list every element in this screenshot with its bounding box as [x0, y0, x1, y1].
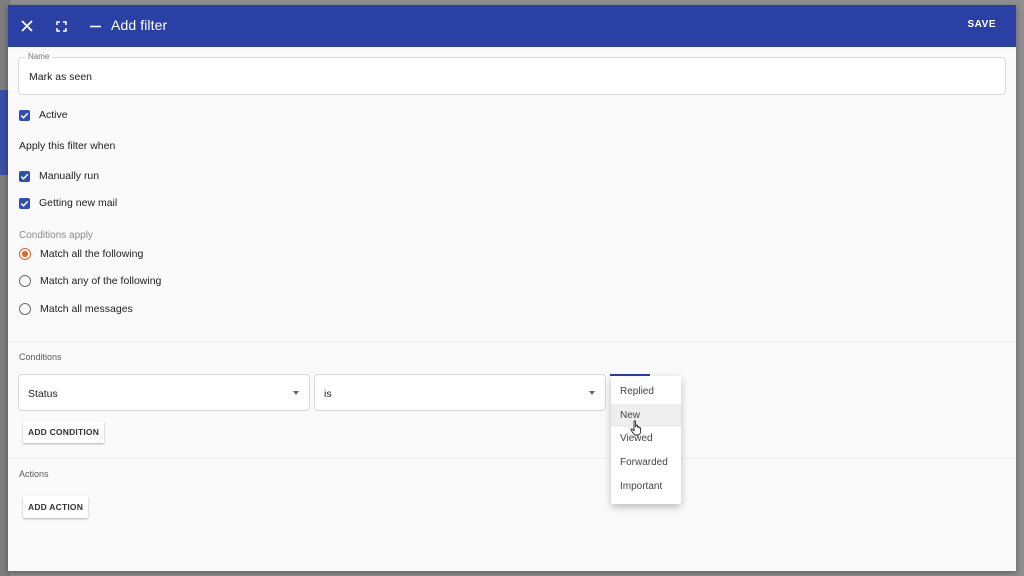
hand-cursor-icon: [630, 420, 642, 436]
menu-item-forwarded[interactable]: Forwarded: [611, 451, 681, 474]
save-button[interactable]: SAVE: [968, 19, 997, 30]
menu-item-replied[interactable]: Replied: [611, 380, 681, 403]
match-all-messages-label: Match all messages: [40, 303, 133, 315]
name-field-value[interactable]: Mark as seen: [29, 71, 92, 83]
close-icon[interactable]: [14, 13, 40, 39]
actions-heading: Actions: [19, 469, 49, 479]
fullscreen-icon[interactable]: [48, 13, 74, 39]
match-any-row[interactable]: Match any of the following: [19, 275, 161, 287]
menu-item-viewed[interactable]: Viewed: [611, 427, 681, 450]
getting-new-mail-row[interactable]: Getting new mail: [19, 197, 117, 209]
active-label: Active: [39, 109, 68, 121]
condition-operator-value: is: [324, 388, 332, 400]
manually-run-row[interactable]: Manually run: [19, 170, 99, 182]
active-checkbox[interactable]: [19, 109, 30, 121]
match-all-radio[interactable]: [19, 248, 31, 260]
menu-item-important[interactable]: Important: [611, 475, 681, 498]
chevron-down-icon: [589, 391, 595, 395]
divider: [8, 458, 1016, 459]
match-any-radio[interactable]: [19, 275, 31, 287]
getting-new-mail-checkbox[interactable]: [19, 197, 30, 209]
add-action-button[interactable]: ADD ACTION: [23, 496, 89, 518]
match-any-label: Match any of the following: [40, 275, 162, 287]
apply-when-heading: Apply this filter when: [19, 140, 116, 152]
getting-new-mail-label: Getting new mail: [39, 197, 118, 209]
manually-run-checkbox[interactable]: [19, 170, 30, 182]
name-field[interactable]: Name Mark as seen: [18, 52, 1006, 95]
match-all-messages-row[interactable]: Match all messages: [19, 303, 133, 315]
condition-operator-select[interactable]: is: [314, 374, 606, 411]
name-field-label: Name: [25, 52, 53, 61]
check-icon: [20, 112, 29, 119]
status-value-dropdown: Replied New Viewed Forwarded Important: [611, 376, 681, 504]
manually-run-label: Manually run: [39, 170, 100, 182]
conditions-heading: Conditions: [19, 352, 62, 362]
condition-field-value: Status: [28, 388, 58, 400]
dialog-toolbar: Add filter SAVE: [8, 5, 1016, 47]
divider: [8, 341, 1016, 342]
condition-field-select[interactable]: Status: [18, 374, 310, 411]
chevron-down-icon: [293, 391, 299, 395]
check-icon: [20, 200, 29, 207]
add-filter-dialog: Add filter SAVE Name Mark as seen Active…: [8, 5, 1016, 571]
match-all-label: Match all the following: [40, 248, 144, 260]
match-all-row[interactable]: Match all the following: [19, 248, 143, 260]
add-condition-button[interactable]: ADD CONDITION: [23, 421, 105, 443]
menu-item-new[interactable]: New: [611, 404, 681, 427]
minimize-icon[interactable]: [82, 13, 108, 39]
active-checkbox-row[interactable]: Active: [19, 109, 68, 121]
conditions-apply-heading: Conditions apply: [19, 230, 93, 241]
match-all-messages-radio[interactable]: [19, 303, 31, 315]
check-icon: [20, 173, 29, 180]
dialog-title: Add filter: [111, 17, 168, 33]
